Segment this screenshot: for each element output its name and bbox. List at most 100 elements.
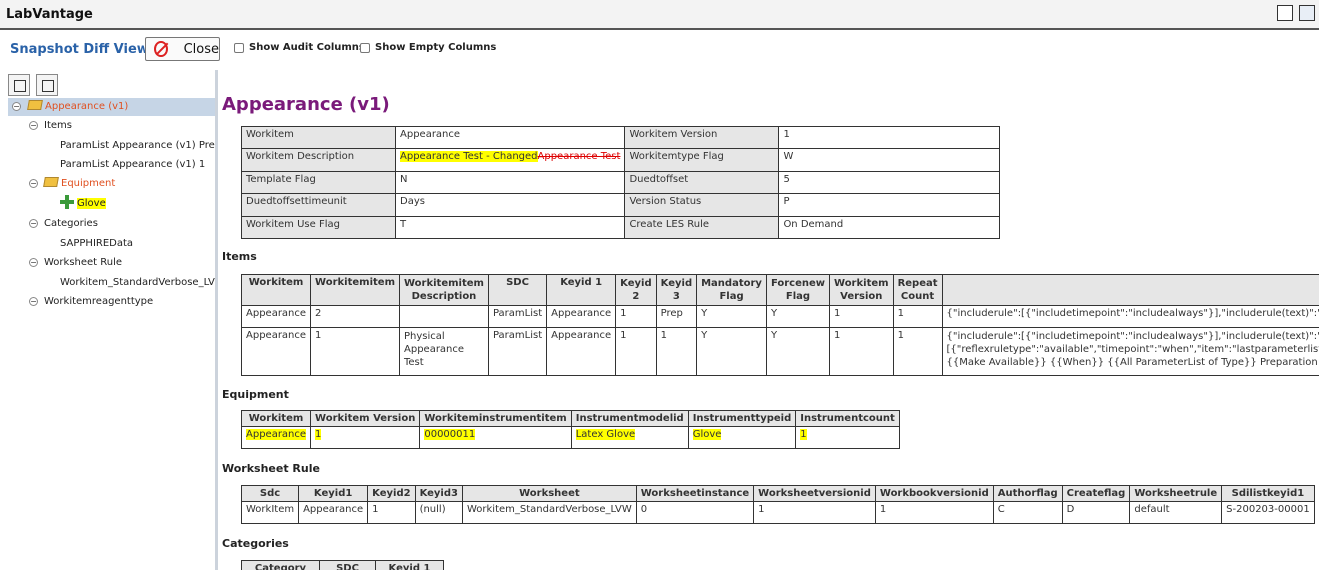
table-cell: default [1129, 501, 1223, 524]
table-cell: 1 [310, 327, 400, 376]
tree-node-sapphire[interactable]: SAPPHIREData [60, 235, 133, 253]
table-cell: 1 [753, 501, 876, 524]
table-cell: Appearance [546, 305, 617, 328]
tree-node-label: Items [44, 120, 72, 131]
categories-table: Category SDC Keyid 1 [241, 560, 444, 570]
show-empty-checkbox[interactable]: Show Empty Columns [360, 42, 496, 53]
added-value: Latex Glove [575, 429, 636, 440]
column-header: Workiteminstrumentitem [419, 410, 572, 427]
collapse-icon[interactable]: − [29, 219, 38, 228]
prop-label: Template Flag [241, 171, 396, 194]
table-cell: Y [765, 305, 831, 328]
collapse-icon[interactable]: − [29, 121, 38, 130]
table-cell: Appearance [546, 327, 617, 376]
column-header: Sdc [240, 485, 300, 502]
tree-node-label: Workitemreagenttype [44, 296, 154, 307]
no-entry-icon [154, 41, 168, 57]
close-button[interactable]: Close [145, 37, 220, 61]
table-cell: Y [696, 305, 767, 328]
restore-icon[interactable] [1277, 5, 1293, 21]
tree-node-equipment[interactable]: − Equipment [29, 175, 115, 193]
tree-pane: − Appearance (v1) − Items ParamList Appea… [0, 70, 218, 570]
added-value: 1 [800, 429, 807, 440]
prop-label: Workitem [241, 126, 396, 149]
table-cell: 00000011 [419, 426, 572, 449]
checkbox-icon[interactable] [360, 42, 370, 53]
table-cell: 1 [615, 327, 657, 376]
prop-label: Version Status [624, 193, 780, 217]
main-content: Appearance (v1) Workitem Appearance Workit… [221, 70, 1319, 570]
prop-value: T [394, 216, 626, 239]
column-header: Worksheetinstance [635, 485, 755, 502]
table-row: Appearance 1 Physical Appearance Test Pa… [240, 327, 1319, 376]
folder-icon [43, 177, 59, 187]
table-cell: Appearance [298, 501, 369, 524]
worksheet-rule-heading: Worksheet Rule [222, 462, 320, 475]
prop-value: 5 [778, 171, 1001, 194]
page-title: Appearance (v1) [222, 94, 390, 115]
table-cell: Appearance [240, 327, 312, 376]
column-header: Workitem Version [310, 410, 421, 427]
table-cell [399, 305, 489, 328]
collapse-icon[interactable]: − [29, 297, 38, 306]
worksheet-rule-table: Sdc Keyid1 Keyid2 Keyid3 Worksheet Works… [240, 485, 1315, 524]
tree-node-label: Worksheet Rule [44, 257, 123, 268]
table-cell: 1 [655, 327, 698, 376]
categories-heading: Categories [222, 537, 289, 550]
collapse-icon[interactable]: − [12, 102, 21, 111]
rule-line: {"includerule":[{"includetimepoint":"inc… [946, 331, 1319, 342]
checkbox-icon[interactable] [234, 42, 244, 53]
tree-node-item2[interactable]: ParamList Appearance (v1) 1 [60, 156, 205, 174]
table-cell: Workitem_StandardVerbose_LVW [461, 501, 637, 524]
table-cell: 1 [615, 305, 657, 328]
column-header: Category [241, 560, 320, 570]
prop-label: Workitemtype Flag [624, 148, 780, 172]
table-cell: 1 [795, 426, 900, 449]
expand-all-icon[interactable] [8, 74, 30, 96]
table-cell: Glove [687, 426, 797, 449]
tree-node-glove[interactable]: Glove [60, 195, 106, 213]
column-header: Keyid 2 [615, 274, 657, 306]
exit-icon[interactable] [1299, 5, 1315, 21]
prop-value-diff: Appearance Test - ChangedAppearance Test [394, 148, 626, 172]
column-header: Forcenew Flag [765, 274, 831, 306]
tree-node-worksheet-rule[interactable]: − Worksheet Rule [29, 254, 122, 272]
collapse-icon[interactable]: − [29, 179, 38, 188]
table-cell: 1 [874, 501, 994, 524]
prop-value: Days [394, 193, 626, 217]
close-label: Close [183, 41, 219, 57]
show-audit-checkbox[interactable]: Show Audit Columns [234, 42, 365, 53]
prop-value: On Demand [778, 216, 1001, 239]
column-header: Workbookversionid [874, 485, 994, 502]
table-cell: 1 [829, 327, 894, 376]
tree-node-root[interactable]: − Appearance (v1) [8, 98, 215, 116]
column-header: Keyid3 [414, 485, 463, 502]
prop-value: P [778, 193, 1001, 217]
table-cell: S-200203-00001 [1221, 501, 1315, 524]
show-empty-label: Show Empty Columns [375, 42, 497, 53]
column-header: Worksheetrule [1129, 485, 1223, 502]
equipment-table: Workitem Workitem Version Workiteminstru… [240, 410, 900, 449]
column-header: Instrumentcount [795, 410, 900, 427]
column-header: Workitem [240, 274, 312, 306]
collapse-all-icon[interactable] [36, 74, 58, 96]
toolbar: Snapshot Diff Viewer Close Show Audit Co… [0, 32, 1319, 70]
collapse-icon[interactable]: − [29, 258, 38, 267]
prop-label: Workitem Description [241, 148, 396, 172]
app-title: LabVantage [6, 7, 93, 22]
tree-node-categories[interactable]: − Categories [29, 215, 98, 233]
prop-value: Appearance [394, 126, 626, 149]
column-header: Createflag [1061, 485, 1131, 502]
column-header: Workitem Version [829, 274, 894, 306]
column-header: Worksheetversionid [753, 485, 876, 502]
rule-line: {{Make Available}} {{When}} {{All Parame… [946, 357, 1319, 368]
tree-node-items[interactable]: − Items [29, 117, 72, 135]
tree-node-label: Equipment [61, 178, 116, 189]
tree-node-reagent[interactable]: − Workitemreagenttype [29, 293, 153, 311]
tree-node-item1[interactable]: ParamList Appearance (v1) Prep [60, 137, 215, 155]
tree-node-ws-item[interactable]: Workitem_StandardVerbose_LVW [60, 274, 215, 292]
column-header: Keyid2 [367, 485, 416, 502]
table-cell: 0 [635, 501, 755, 524]
added-value: 00000011 [424, 429, 476, 440]
table-row: Appearance 1 00000011 Latex Glove Glove … [240, 426, 900, 449]
